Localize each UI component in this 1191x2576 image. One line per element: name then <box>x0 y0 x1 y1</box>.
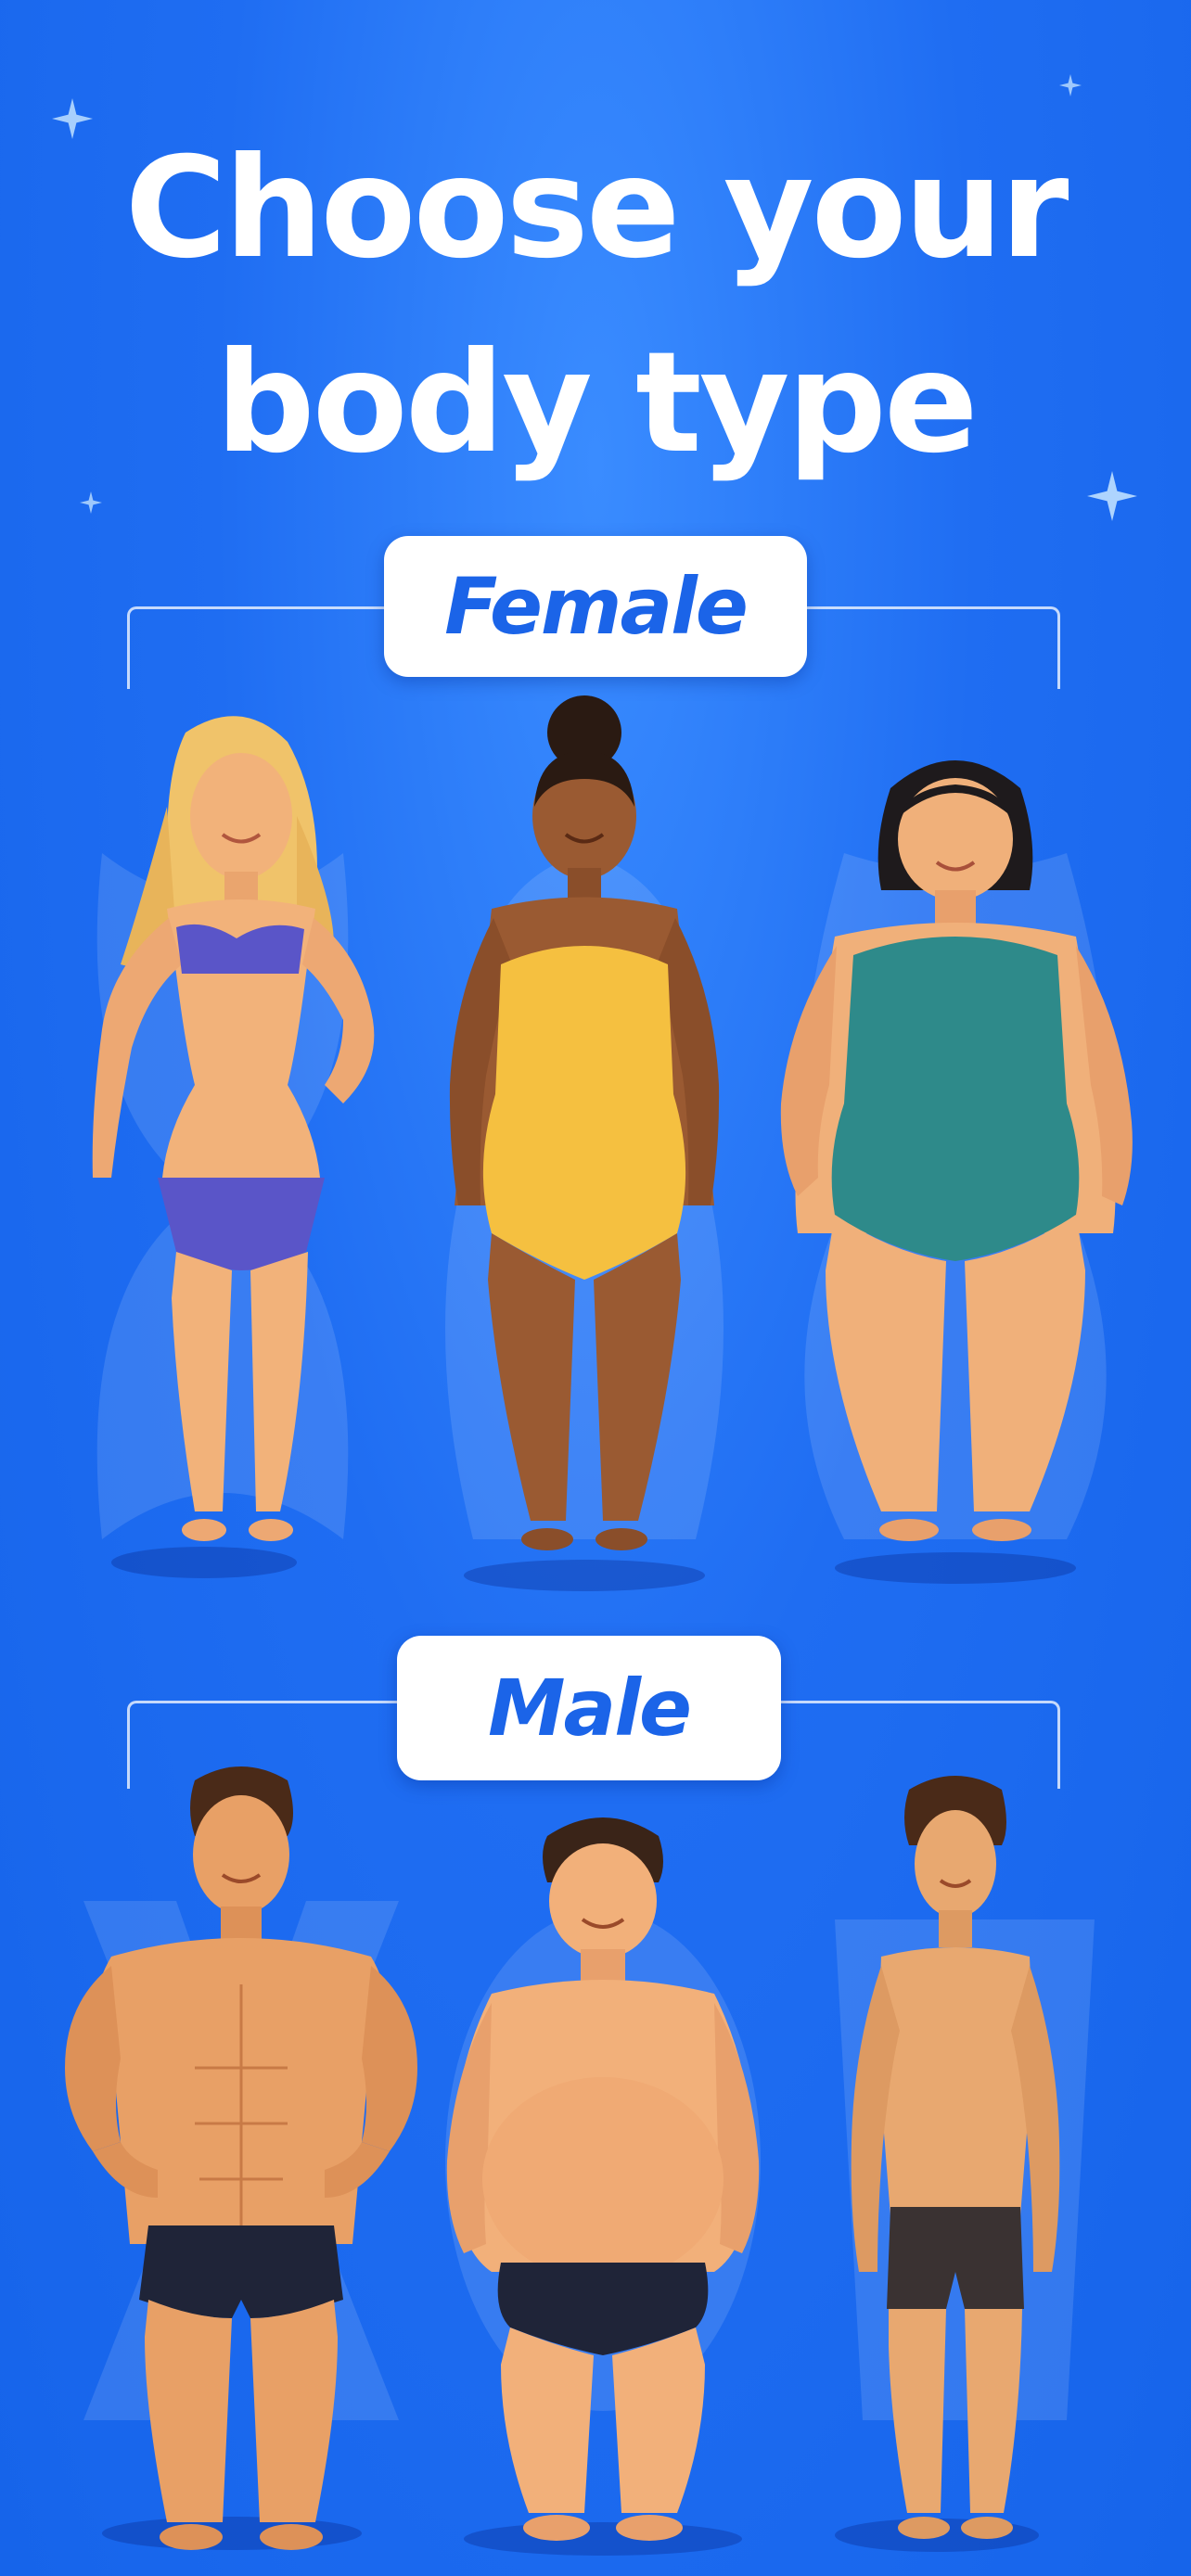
title-line-2: body type <box>215 323 978 484</box>
page-title: Choose your body type <box>0 111 1191 501</box>
body-type-muscular-male[interactable] <box>56 1762 427 2559</box>
female-label: Female <box>444 561 749 652</box>
body-type-screen: Choose your body type Female Male <box>0 0 1191 2576</box>
sparkle-icon <box>1059 74 1082 96</box>
body-type-slim-male[interactable] <box>835 1771 1076 2559</box>
male-label-pill[interactable]: Male <box>397 1636 781 1780</box>
body-type-plus-size-female[interactable] <box>761 714 1150 1586</box>
body-type-slim-female[interactable] <box>65 695 399 1576</box>
title-line-1: Choose your <box>124 128 1069 289</box>
male-label: Male <box>487 1663 692 1753</box>
body-type-curvy-female[interactable] <box>427 686 742 1586</box>
body-type-heavy-male[interactable] <box>436 1808 770 2559</box>
female-label-pill[interactable]: Female <box>384 536 807 677</box>
